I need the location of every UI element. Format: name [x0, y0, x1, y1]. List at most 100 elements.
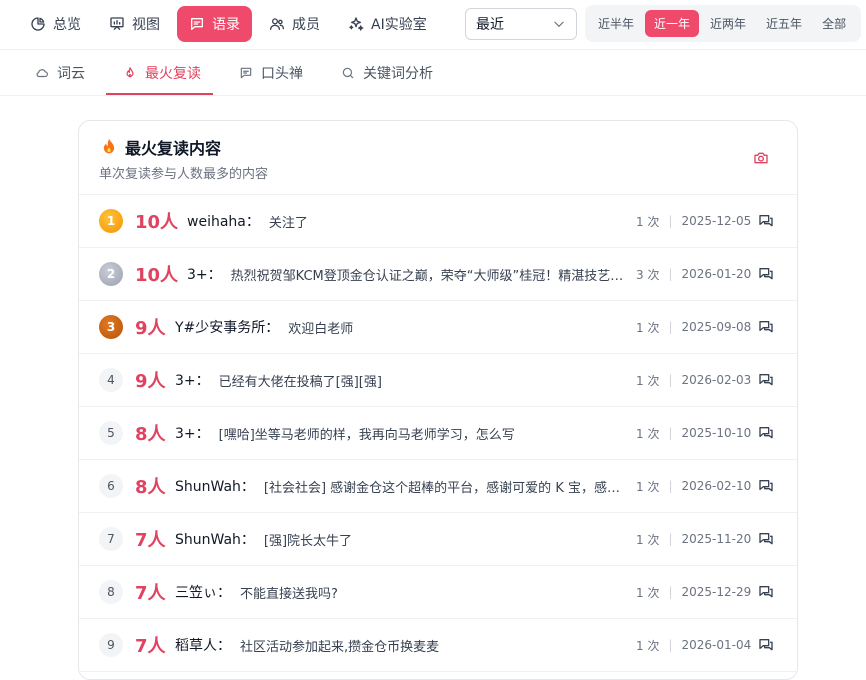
nav-overview[interactable]: 总览: [18, 6, 93, 42]
range-two-years[interactable]: 近两年: [701, 10, 755, 37]
repeat-times: 1 次: [636, 214, 660, 229]
search-icon: [342, 67, 354, 78]
repeat-times: 1 次: [636, 638, 660, 653]
row-meta: 1 次 | 2025-10-10: [636, 425, 751, 442]
participant-count: 7人: [135, 530, 166, 551]
nav-quotes[interactable]: 语录: [177, 6, 252, 42]
tab-hottest-repeat[interactable]: 最火复读: [106, 50, 213, 95]
tab-hottest-repeat-label: 最火复读: [145, 65, 201, 82]
tab-word-cloud-label: 词云: [57, 65, 85, 82]
messages-icon[interactable]: [758, 266, 774, 282]
repeat-content: ShunWah： [强]院长太牛了: [175, 529, 624, 549]
users-icon: [270, 18, 284, 30]
meta-divider: |: [668, 373, 673, 387]
message-text: 社区活动参加起来,攒金仓币换麦麦: [240, 639, 440, 655]
repeat-times: 1 次: [636, 373, 660, 388]
meta-divider: |: [668, 426, 673, 440]
nav-ai-lab[interactable]: AI实验室: [336, 6, 439, 42]
rank-badge: 5: [99, 421, 123, 445]
range-five-years[interactable]: 近五年: [757, 10, 811, 37]
repeat-date: 2025-12-05: [681, 214, 752, 228]
messages-icon[interactable]: [758, 213, 774, 229]
sparkles-icon: [349, 17, 364, 31]
table-row[interactable]: 4 9人 3+： 已经有大佬在投稿了[强][强] 1 次 | 2026-02-03: [79, 354, 797, 407]
card-header: 最火复读内容 单次复读参与人数最多的内容: [79, 121, 797, 195]
participant-count: 9人: [135, 318, 166, 339]
rank-badge: 3: [99, 315, 123, 339]
participant-count: 8人: [135, 424, 166, 445]
presentation-icon: [110, 17, 124, 30]
message-text: 欢迎白老师: [288, 321, 354, 337]
speaker-name: Y#少安事务所：: [175, 320, 280, 336]
rank-badge: 2: [99, 262, 123, 286]
row-meta: 1 次 | 2026-02-10: [636, 478, 751, 495]
repeat-date: 2025-09-08: [681, 320, 752, 334]
table-row[interactable]: 7 7人 ShunWah： [强]院长太牛了 1 次 | 2025-11-20: [79, 513, 797, 566]
table-row[interactable]: 9 7人 稻草人： 社区活动参加起来,攒金仓币换麦麦 1 次 | 2026-01-04: [79, 619, 797, 672]
repeat-times: 1 次: [636, 479, 660, 494]
messages-icon[interactable]: [758, 372, 774, 388]
repeat-content: 3+： [嘿哈]坐等马老师的样，我再向马老师学习，怎么写: [175, 423, 624, 443]
rank-badge: 9: [99, 633, 123, 657]
cloud-icon: [36, 68, 48, 77]
nav-view-label: 视图: [132, 17, 160, 33]
messages-icon[interactable]: [758, 531, 774, 547]
meta-divider: |: [668, 479, 673, 493]
nav-view[interactable]: 视图: [97, 6, 172, 42]
message-text: [强]院长太牛了: [263, 533, 353, 549]
table-row[interactable]: 6 8人 ShunWah： [社会社会] 感谢金仓这个超棒的平台，感谢可爱的 K 宝，…: [79, 460, 797, 513]
repeat-content: weihaha： 关注了: [187, 211, 624, 231]
tab-keyword-analysis[interactable]: 关键词分析: [339, 50, 435, 95]
repeat-times: 1 次: [636, 585, 660, 600]
tab-catchphrase[interactable]: 口头禅: [237, 50, 305, 95]
table-row[interactable]: 8 7人 三笠ぃ： 不能直接送我吗? 1 次 | 2025-12-29: [79, 566, 797, 619]
message-text: 已经有大佬在投稿了[强][强]: [218, 374, 382, 390]
time-filter-select[interactable]: 最近: [465, 8, 577, 40]
table-row[interactable]: 2 10人 3+： 热烈祝贺邹KCM登顶金仓认证之巅，荣夺“大师级”桂冠！精湛技艺与不…: [79, 248, 797, 301]
range-one-year[interactable]: 近一年: [645, 10, 700, 37]
row-meta: 1 次 | 2025-12-29: [636, 584, 751, 601]
row-meta: 3 次 | 2026-01-20: [636, 266, 751, 283]
repeat-content: 稻草人： 社区活动参加起来,攒金仓币换麦麦: [175, 635, 624, 655]
repeat-date: 2026-02-03: [681, 373, 752, 387]
camera-icon[interactable]: [753, 150, 769, 166]
sub-navigation: 词云 最火复读 口头禅 关键词分析: [0, 50, 866, 96]
nav-ai-lab-label: AI实验室: [371, 17, 427, 33]
meta-divider: |: [668, 320, 673, 334]
fire-icon: [103, 138, 115, 154]
repeat-date: 2026-01-20: [681, 267, 752, 281]
participant-count: 8人: [135, 477, 166, 498]
tab-catchphrase-label: 口头禅: [261, 65, 303, 82]
repeat-content: Y#少安事务所： 欢迎白老师: [175, 317, 624, 337]
messages-icon[interactable]: [758, 319, 774, 335]
participant-count: 9人: [135, 371, 166, 392]
table-row[interactable]: 1 10人 weihaha： 关注了 1 次 | 2025-12-05: [79, 195, 797, 248]
rank-badge: 7: [99, 527, 123, 551]
message-text: 关注了: [268, 215, 308, 231]
participant-count: 10人: [135, 212, 179, 233]
row-meta: 1 次 | 2026-02-03: [636, 372, 751, 389]
tab-word-cloud[interactable]: 词云: [33, 50, 87, 95]
participant-count: 10人: [135, 265, 179, 286]
message-text: 不能直接送我吗?: [240, 586, 338, 602]
messages-icon[interactable]: [758, 637, 774, 653]
table-row[interactable]: 5 8人 3+： [嘿哈]坐等马老师的样，我再向马老师学习，怎么写 1 次 | 2025-1…: [79, 407, 797, 460]
speaker-name: 3+：: [175, 373, 210, 389]
rank-badge: 1: [99, 209, 123, 233]
meta-divider: |: [668, 585, 673, 599]
messages-icon[interactable]: [758, 478, 774, 494]
table-row[interactable]: 3 9人 Y#少安事务所： 欢迎白老师 1 次 | 2025-09-08: [79, 301, 797, 354]
tab-keyword-analysis-label: 关键词分析: [363, 65, 433, 82]
nav-quotes-label: 语录: [212, 17, 240, 33]
speaker-name: 3+：: [175, 426, 210, 442]
participant-count: 7人: [135, 636, 166, 657]
nav-members[interactable]: 成员: [257, 6, 332, 42]
range-half-year[interactable]: 近半年: [589, 10, 643, 37]
pie-chart-icon: [31, 17, 45, 31]
repeat-times: 3 次: [636, 267, 660, 282]
messages-icon[interactable]: [758, 584, 774, 600]
messages-icon[interactable]: [758, 425, 774, 441]
speaker-name: 稻草人：: [175, 638, 231, 654]
hottest-repeat-card: 最火复读内容 单次复读参与人数最多的内容 1 10人 weihaha： 关注了 1 次 |…: [78, 120, 798, 680]
range-all[interactable]: 全部: [813, 10, 855, 37]
